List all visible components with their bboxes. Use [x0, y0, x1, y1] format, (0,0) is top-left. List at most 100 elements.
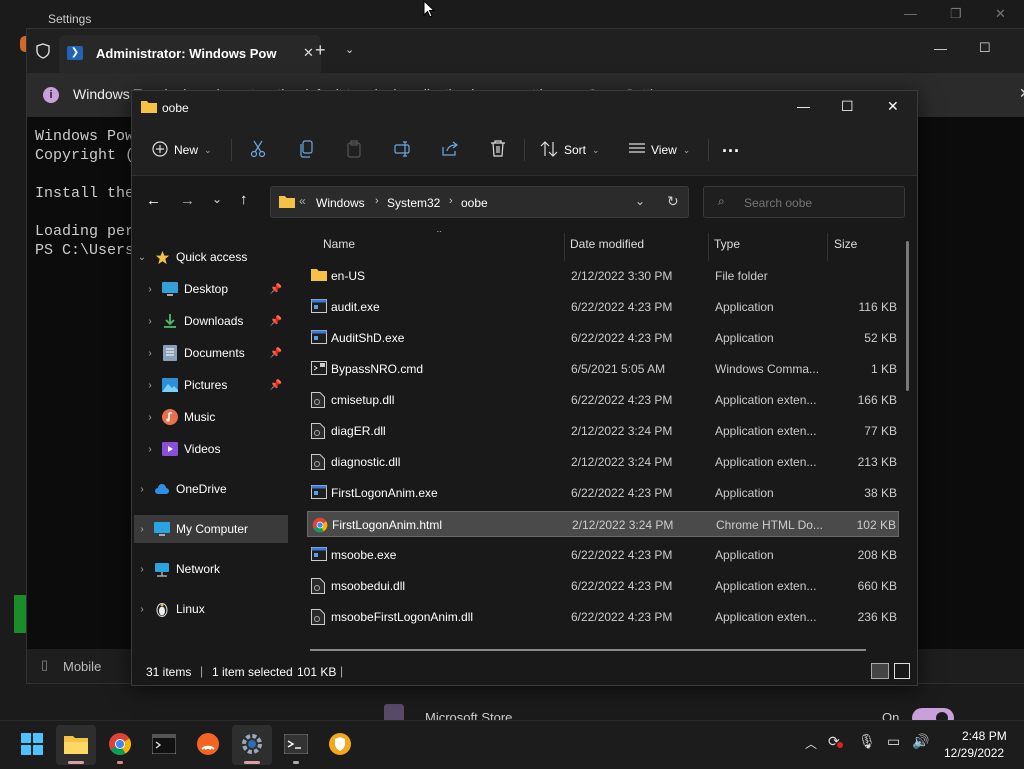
- chevron-right-icon[interactable]: ›: [142, 316, 158, 327]
- tray-overflow-chevron-icon[interactable]: ︿: [805, 735, 817, 752]
- address-history-chevron-icon[interactable]: ⌄: [635, 194, 645, 208]
- file-row[interactable]: FirstLogonAnim.html 2/12/2022 3:24 PM Chro…: [307, 511, 899, 537]
- explorer-close-button[interactable]: ✕: [887, 98, 899, 115]
- taskbar-chrome[interactable]: [100, 725, 140, 765]
- rename-button[interactable]: [394, 133, 412, 167]
- column-header-date[interactable]: Date modified: [570, 237, 644, 251]
- mobile-label: Mobile: [63, 659, 102, 674]
- nav-linux[interactable]: › Linux: [134, 595, 288, 623]
- expanded-chevron-icon[interactable]: ⌄: [134, 252, 150, 263]
- taskbar-app-orange[interactable]: [188, 725, 228, 765]
- tiles-view-icon[interactable]: [894, 663, 910, 679]
- file-row[interactable]: cmisetup.dll 6/22/2022 4:23 PM Application…: [307, 387, 899, 413]
- nav-item-downloads[interactable]: › Downloads 📌: [142, 307, 288, 335]
- file-list-scrollbar[interactable]: [906, 241, 909, 391]
- explorer-minimize-button[interactable]: —: [797, 99, 810, 114]
- chevron-right-icon[interactable]: ›: [142, 348, 158, 359]
- pin-icon[interactable]: 📌: [270, 348, 282, 359]
- horizontal-scrollbar[interactable]: [310, 649, 866, 651]
- taskbar-powershell[interactable]: [276, 725, 316, 765]
- view-button[interactable]: View ⌄: [629, 133, 690, 167]
- file-date: 2/12/2022 3:24 PM: [571, 455, 673, 469]
- chevron-right-icon[interactable]: ›: [142, 284, 158, 295]
- nav-item-documents[interactable]: › Documents 📌: [142, 339, 288, 367]
- breadcrumb-oobe[interactable]: oobe: [461, 196, 488, 210]
- nav-onedrive[interactable]: › OneDrive: [134, 475, 288, 503]
- new-button[interactable]: New ⌄: [152, 133, 212, 167]
- pin-icon[interactable]: 📌: [270, 284, 282, 295]
- terminal-output[interactable]: Windows Pow Copyright (Install the Loading…: [35, 127, 134, 260]
- breadcrumb-overflow[interactable]: «: [299, 194, 306, 208]
- cut-button[interactable]: [250, 133, 266, 167]
- file-row[interactable]: msoobe.exe 6/22/2022 4:23 PM Application 20…: [307, 542, 899, 568]
- new-tab-button[interactable]: +: [315, 40, 326, 61]
- microphone-icon[interactable]: 🎙: [858, 733, 876, 750]
- file-row[interactable]: msoobeFirstLogonAnim.dll 6/22/2022 4:23 P…: [307, 604, 899, 630]
- settings-close-button[interactable]: ✕: [995, 6, 1006, 22]
- infobar-close-icon[interactable]: ✕: [1019, 85, 1024, 102]
- delete-button[interactable]: [490, 133, 506, 167]
- refresh-icon[interactable]: ↻: [667, 193, 679, 210]
- network-status-icon[interactable]: ▭: [887, 733, 900, 750]
- paste-button[interactable]: [346, 133, 362, 167]
- clock-date[interactable]: 12/29/2022: [944, 746, 1004, 760]
- chevron-right-icon[interactable]: ›: [142, 380, 158, 391]
- file-row[interactable]: msoobedui.dll 6/22/2022 4:23 PM Applicatio…: [307, 573, 899, 599]
- up-button[interactable]: ↑: [240, 191, 248, 208]
- chevron-right-icon[interactable]: ›: [134, 524, 150, 535]
- explorer-maximize-button[interactable]: ☐: [841, 98, 854, 115]
- nav-item-music[interactable]: › Music: [142, 403, 288, 431]
- terminal-tab[interactable]: ❯ Administrator: Windows Pow ✕: [59, 35, 321, 73]
- clock-time[interactable]: 2:48 PM: [962, 729, 1007, 743]
- file-row[interactable]: en-US 2/12/2022 3:30 PM File folder: [307, 263, 899, 289]
- start-button[interactable]: [12, 725, 52, 765]
- file-row[interactable]: audit.exe 6/22/2022 4:23 PM Application 116…: [307, 294, 899, 320]
- breadcrumb-system32[interactable]: System32: [387, 196, 440, 210]
- file-row[interactable]: FirstLogonAnim.exe 6/22/2022 4:23 PM Appli…: [307, 480, 899, 506]
- share-button[interactable]: [442, 133, 459, 167]
- chevron-right-icon[interactable]: ›: [134, 564, 150, 575]
- taskbar-settings[interactable]: [232, 725, 272, 765]
- sync-icon[interactable]: ⟳: [828, 733, 843, 750]
- more-options-button[interactable]: ...: [722, 129, 740, 163]
- sort-button[interactable]: Sort ⌄: [540, 133, 600, 167]
- taskbar-file-explorer[interactable]: [56, 725, 96, 765]
- column-header-type[interactable]: Type: [714, 237, 740, 251]
- breadcrumb-windows[interactable]: Windows: [316, 196, 365, 210]
- address-bar[interactable]: « Windows › System32 › oobe ⌄ ↻: [270, 186, 689, 218]
- settings-maximize-button[interactable]: ❐: [950, 6, 962, 22]
- forward-button[interactable]: →: [180, 192, 195, 209]
- pin-icon[interactable]: 📌: [270, 316, 282, 327]
- back-button[interactable]: ←: [146, 192, 161, 209]
- copy-button[interactable]: [299, 133, 315, 167]
- column-header-size[interactable]: Size: [834, 237, 857, 251]
- nav-item-videos[interactable]: › Videos: [142, 435, 288, 463]
- search-input[interactable]: [742, 195, 896, 211]
- file-row[interactable]: diagER.dll 2/12/2022 3:24 PM Application e…: [307, 418, 899, 444]
- taskbar-terminal[interactable]: [144, 725, 184, 765]
- details-view-icon[interactable]: [871, 663, 889, 679]
- chevron-right-icon[interactable]: ›: [134, 604, 150, 615]
- terminal-minimize-button[interactable]: —: [934, 41, 947, 56]
- nav-item-desktop[interactable]: › Desktop 📌: [142, 275, 288, 303]
- chevron-right-icon[interactable]: ›: [142, 412, 158, 423]
- column-header-name[interactable]: Name: [323, 237, 355, 251]
- file-row[interactable]: diagnostic.dll 2/12/2022 3:24 PM Applicati…: [307, 449, 899, 475]
- file-row[interactable]: AuditShD.exe 6/22/2022 4:23 PM Application…: [307, 325, 899, 351]
- recent-locations-button[interactable]: ⌄: [212, 192, 222, 206]
- volume-icon[interactable]: 🔊: [912, 733, 929, 750]
- nav-quick-access[interactable]: ⌄ Quick access: [134, 243, 288, 271]
- nav-network[interactable]: › Network: [134, 555, 288, 583]
- tab-dropdown-icon[interactable]: ⌄: [345, 43, 354, 56]
- chevron-right-icon[interactable]: ›: [134, 484, 150, 495]
- pin-icon[interactable]: 📌: [270, 380, 282, 391]
- file-row[interactable]: BypassNRO.cmd 6/5/2021 5:05 AM Windows Com…: [307, 356, 899, 382]
- tab-close-icon[interactable]: ✕: [303, 45, 314, 61]
- terminal-maximize-button[interactable]: ☐: [979, 40, 991, 56]
- nav-item-pictures[interactable]: › Pictures 📌: [142, 371, 288, 399]
- nav-my-computer[interactable]: › My Computer: [134, 515, 288, 543]
- search-box[interactable]: ⌕: [703, 186, 905, 218]
- settings-minimize-button[interactable]: —: [904, 6, 917, 21]
- chevron-right-icon[interactable]: ›: [142, 444, 158, 455]
- taskbar-app-shield[interactable]: [320, 725, 360, 765]
